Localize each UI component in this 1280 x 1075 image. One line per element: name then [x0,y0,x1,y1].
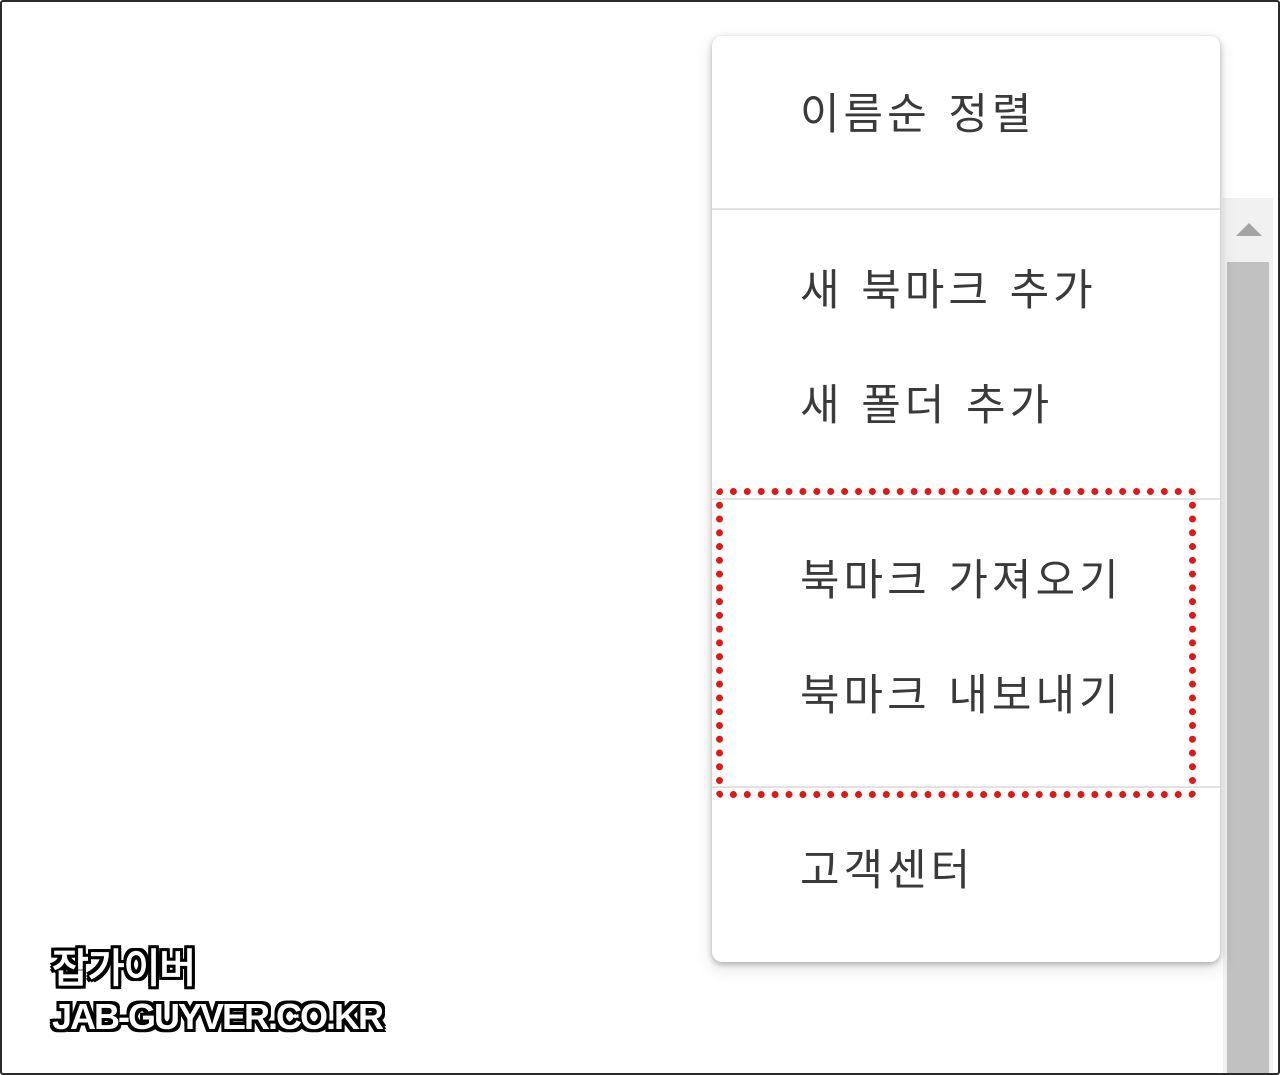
menu-item-add-folder[interactable]: 새 폴더 추가 [800,385,1053,428]
watermark-korean: 잡가이버 [52,946,196,992]
menu-separator [712,208,1220,210]
vertical-scrollbar[interactable] [1223,198,1273,1073]
highlight-box [716,488,1196,798]
watermark-url: JAB-GUYVER.CO.KR [52,996,384,1037]
menu-item-add-bookmark[interactable]: 새 북마크 추가 [800,270,1097,313]
scroll-up-button[interactable] [1223,198,1273,260]
menu-item-customer-center[interactable]: 고객센터 [800,850,974,893]
menu-item-sort-by-name[interactable]: 이름순 정렬 [800,94,1035,137]
scrollbar-thumb[interactable] [1227,262,1269,1073]
triangle-up-icon [1236,222,1262,236]
